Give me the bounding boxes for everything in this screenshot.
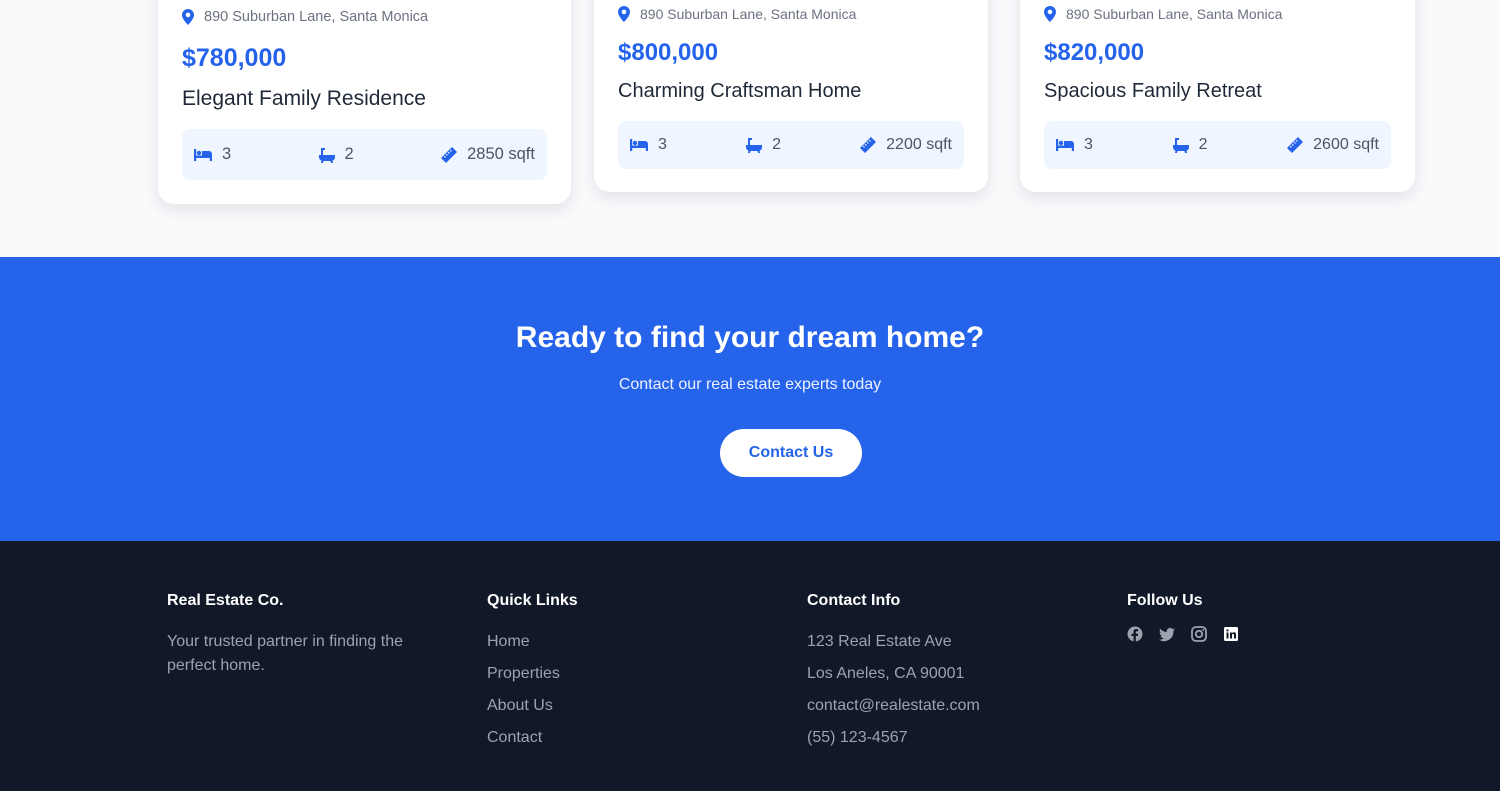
cta-section: Ready to find your dream home? Contact o…: [0, 257, 1500, 541]
contact-city: Los Aneles, CA 90001: [807, 665, 965, 682]
bed-icon: [194, 148, 212, 162]
address-text: 890 Suburban Lane, Santa Monica: [640, 6, 857, 22]
linkedin-icon[interactable]: [1223, 626, 1239, 642]
property-title: Spacious Family Retreat: [1044, 80, 1262, 102]
baths-count: 2: [1198, 136, 1208, 153]
property-price: $820,000: [1044, 39, 1145, 66]
ruler-icon: [441, 146, 458, 163]
follow-us-title: Follow Us: [1127, 592, 1203, 609]
property-stats: 3 2 2850 sqft: [182, 129, 547, 180]
beds-stat: 3: [630, 136, 667, 154]
beds-stat: 3: [194, 145, 231, 164]
bath-icon: [318, 147, 335, 163]
area-stat: 2600 sqft: [1287, 136, 1379, 154]
property-card[interactable]: 890 Suburban Lane, Santa Monica $780,000…: [158, 0, 571, 204]
map-pin-icon: [618, 6, 632, 22]
footer-follow-us: Follow Us: [1127, 592, 1387, 642]
footer-link-about-us[interactable]: About Us: [487, 697, 553, 714]
footer-brand-title: Real Estate Co.: [167, 592, 284, 609]
twitter-icon[interactable]: [1159, 626, 1175, 642]
ruler-icon: [1287, 137, 1304, 153]
property-card[interactable]: 890 Suburban Lane, Santa Monica $800,000…: [594, 0, 988, 192]
area-stat: 2200 sqft: [860, 136, 952, 154]
address-text: 890 Suburban Lane, Santa Monica: [1066, 6, 1283, 22]
map-pin-icon: [1044, 6, 1058, 22]
beds-count: 3: [1084, 136, 1093, 153]
property-stats: 3 2 2200 sqft: [618, 121, 964, 169]
footer-brand: Real Estate Co. Your trusted partner in …: [167, 592, 427, 678]
property-address: 890 Suburban Lane, Santa Monica: [618, 6, 856, 22]
footer: Real Estate Co. Your trusted partner in …: [0, 541, 1500, 791]
area-value: 2200 sqft: [886, 136, 952, 153]
ruler-icon: [860, 137, 877, 153]
bed-icon: [630, 138, 648, 152]
property-card[interactable]: 890 Suburban Lane, Santa Monica $820,000…: [1020, 0, 1415, 192]
cta-subtitle: Contact our real estate experts today: [618, 376, 882, 393]
baths-count: 2: [344, 145, 354, 163]
contact-us-button[interactable]: Contact Us: [720, 429, 862, 477]
bath-icon: [1172, 137, 1189, 153]
property-stats: 3 2 2600 sqft: [1044, 121, 1391, 169]
facebook-icon[interactable]: [1127, 626, 1143, 642]
baths-stat: 2: [1172, 136, 1208, 154]
map-pin-icon: [182, 9, 196, 25]
bed-icon: [1056, 138, 1074, 152]
footer-tagline: Your trusted partner in finding the perf…: [167, 633, 404, 674]
contact-info-title: Contact Info: [807, 592, 901, 609]
footer-link-properties[interactable]: Properties: [487, 665, 560, 682]
property-address: 890 Suburban Lane, Santa Monica: [182, 9, 428, 25]
beds-stat: 3: [1056, 136, 1093, 154]
property-address: 890 Suburban Lane, Santa Monica: [1044, 6, 1282, 22]
contact-info-list: 123 Real Estate Ave Los Aneles, CA 90001…: [807, 626, 1067, 754]
contact-phone: (55) 123-4567: [807, 729, 908, 746]
contact-email: contact@realestate.com: [807, 697, 980, 714]
cta-title: Ready to find your dream home?: [515, 321, 985, 354]
footer-link-contact[interactable]: Contact: [487, 729, 542, 746]
baths-count: 2: [772, 136, 781, 153]
footer-quick-links: Quick Links Home Properties About Us Con…: [487, 592, 747, 754]
beds-count: 3: [658, 136, 667, 153]
baths-stat: 2: [746, 136, 781, 154]
footer-link-home[interactable]: Home: [487, 633, 530, 650]
bath-icon: [746, 137, 763, 153]
address-text: 890 Suburban Lane, Santa Monica: [204, 9, 429, 25]
property-title: Elegant Family Residence: [182, 87, 426, 110]
property-title: Charming Craftsman Home: [618, 80, 862, 102]
property-price: $800,000: [618, 39, 719, 66]
baths-stat: 2: [318, 145, 354, 164]
social-links: [1127, 626, 1387, 642]
footer-contact-info: Contact Info 123 Real Estate Ave Los Ane…: [807, 592, 1067, 754]
listings-section: 890 Suburban Lane, Santa Monica $780,000…: [0, 0, 1500, 257]
area-value: 2600 sqft: [1313, 136, 1379, 153]
quick-links-title: Quick Links: [487, 592, 578, 609]
contact-street: 123 Real Estate Ave: [807, 633, 952, 650]
beds-count: 3: [222, 145, 232, 163]
area-stat: 2850 sqft: [441, 145, 535, 164]
area-value: 2850 sqft: [467, 145, 535, 163]
instagram-icon[interactable]: [1191, 626, 1207, 642]
property-price: $780,000: [182, 44, 287, 72]
quick-links-list: Home Properties About Us Contact: [487, 626, 747, 754]
